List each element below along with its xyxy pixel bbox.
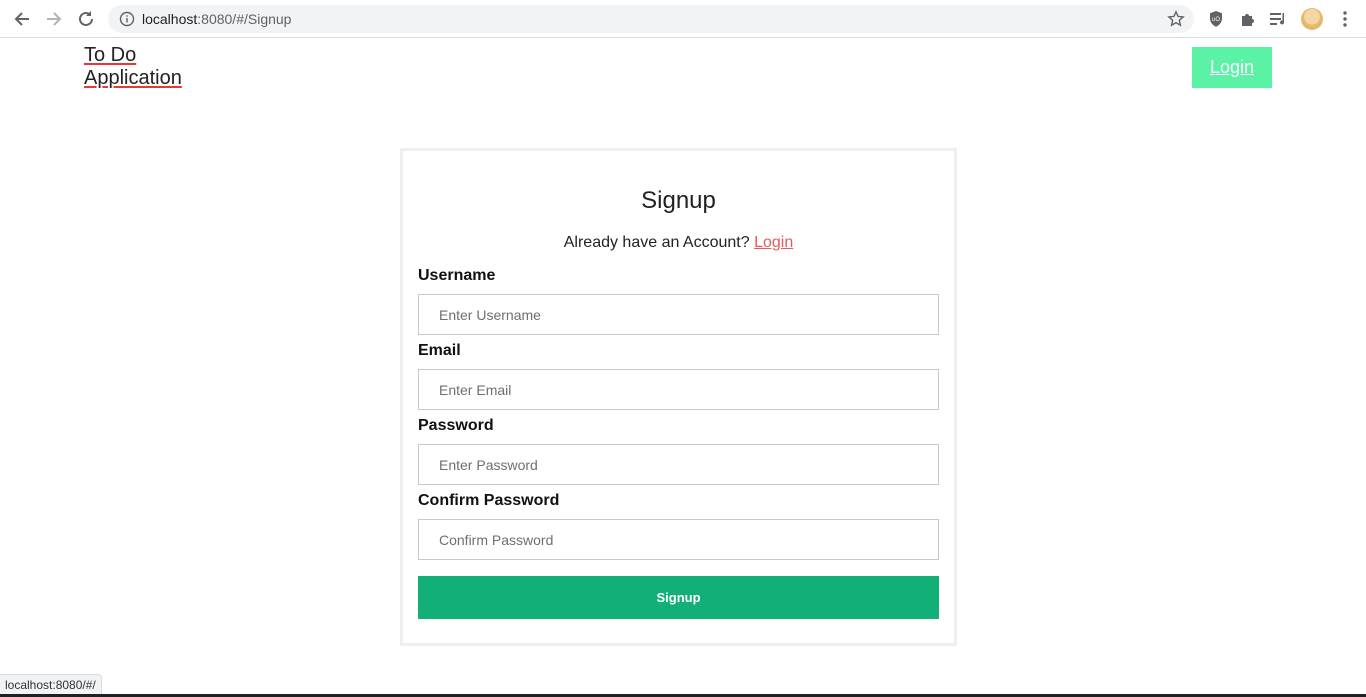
brand-line-2: Application — [84, 67, 182, 89]
signup-title: Signup — [641, 187, 716, 214]
url-text[interactable]: localhost:8080/#/Signup — [142, 11, 291, 27]
email-input[interactable] — [418, 369, 939, 410]
browser-toolbar: localhost:8080/#/Signup uO — [0, 0, 1366, 38]
url-path: :8080/#/Signup — [197, 11, 292, 27]
header-login-button[interactable]: Login — [1192, 47, 1272, 88]
brand-line-1: To Do — [84, 44, 137, 66]
confirm-password-label: Confirm Password — [418, 492, 560, 509]
forward-icon[interactable] — [42, 7, 66, 31]
email-label: Email — [418, 342, 461, 359]
extensions-puzzle-icon[interactable] — [1237, 8, 1259, 30]
shield-extension-icon[interactable]: uO — [1205, 8, 1227, 30]
bookmark-star-icon[interactable] — [1167, 10, 1185, 33]
address-bar[interactable]: localhost:8080/#/Signup — [108, 5, 1194, 33]
svg-text:uO: uO — [1212, 17, 1220, 23]
status-bar-url: localhost:8080/#/ — [0, 674, 102, 694]
url-host: localhost — [142, 11, 198, 27]
signup-subtitle: Already have an Account? Login — [403, 234, 954, 252]
subtitle-text: Already have an Account? — [563, 234, 750, 251]
password-input[interactable] — [418, 444, 939, 485]
signup-card: Signup Already have an Account? Login Us… — [400, 148, 957, 646]
reload-icon[interactable] — [74, 7, 98, 31]
username-input[interactable] — [418, 294, 939, 335]
back-icon[interactable] — [10, 7, 34, 31]
login-link[interactable]: Login — [754, 234, 793, 251]
app-brand[interactable]: To Do Application — [84, 44, 182, 90]
media-queue-icon[interactable] — [1268, 8, 1290, 30]
confirm-password-input[interactable] — [418, 519, 939, 560]
menu-kebab-icon[interactable] — [1334, 8, 1356, 30]
signup-submit-button[interactable]: Signup — [418, 576, 939, 619]
info-icon[interactable] — [119, 11, 135, 32]
password-label: Password — [418, 417, 494, 434]
profile-avatar[interactable] — [1301, 8, 1323, 30]
username-label: Username — [418, 267, 496, 284]
